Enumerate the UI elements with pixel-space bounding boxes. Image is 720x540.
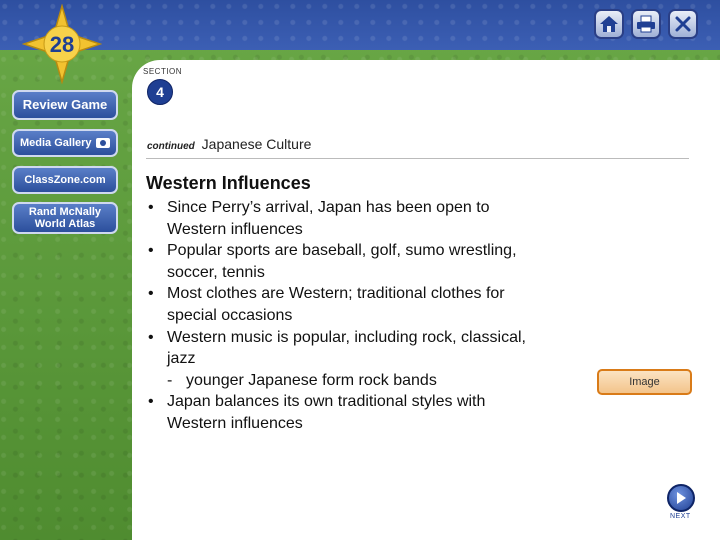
bullet-line: Western influences [167,220,303,238]
sidebar-item-label: ClassZone.com [24,174,106,186]
chapter-number: 28 [50,32,74,57]
sidebar-item-review-game[interactable]: Review Game [12,90,118,120]
bullet-line: younger Japanese form rock bands [186,371,437,389]
bullet-line: soccer, tennis [167,263,265,281]
divider [146,158,689,159]
bullet-line: jazz [167,350,196,368]
bullet-marker: • [148,199,154,216]
bullet-line: Japan balances its own traditional style… [167,393,486,411]
next-label: NEXT [670,513,691,520]
camera-icon [96,138,110,148]
bullet-line: Western influences [167,414,303,432]
section-number: 4 [147,79,173,105]
bullet-marker: - [167,371,173,389]
print-icon[interactable] [631,9,661,39]
sidebar-item-label: Media Gallery [20,137,92,149]
sidebar-item-classzone[interactable]: ClassZone.com [12,166,118,194]
chapter-star-icon: 28 [22,4,102,84]
list-item: • Popular sports are baseball, golf, sum… [146,240,586,283]
bullet-marker: • [148,242,154,260]
list-item: • Western music is popular, including ro… [146,327,586,370]
bullet-marker: • [148,328,154,346]
sidebar-item-media-gallery[interactable]: Media Gallery [12,129,118,157]
section-label: SECTION [143,67,183,76]
bullet-list: • Since Perry’s arrival, Japan has been … [146,197,586,435]
subtitle-title: Japanese Culture [201,136,312,152]
bullet-line: Since Perry’s arrival, Japan has been op… [167,199,490,216]
sidebar-item-label: Review Game [22,97,108,112]
list-item: • Japan balances its own traditional sty… [146,391,586,434]
page-title: Western Influences [146,173,311,193]
continued-label: continued [147,141,195,152]
sidebar-item-world-atlas[interactable]: Rand McNally World Atlas [12,202,118,234]
page-subtitle: continued Japanese Culture [147,136,311,152]
list-item: • Since Perry’s arrival, Japan has been … [146,197,586,240]
bullet-line: Popular sports are baseball, golf, sumo … [167,242,517,260]
play-arrow-icon [677,492,686,504]
list-item: • Most clothes are Western; traditional … [146,283,586,326]
image-button-label: Image [629,376,660,388]
home-icon[interactable] [594,9,624,39]
bullet-line: Most clothes are Western; traditional cl… [167,285,505,303]
close-icon[interactable] [668,9,698,39]
bullet-line: special occasions [167,306,293,324]
sidebar-item-label-line1: Rand McNally [28,206,102,218]
sub-list-item: - younger Japanese form rock bands [146,370,586,392]
sidebar-item-label-line2: World Atlas [34,218,96,230]
next-button[interactable] [667,484,695,512]
image-button[interactable]: Image [597,369,692,395]
bullet-marker: • [148,393,154,411]
bullet-marker: • [148,285,154,303]
bullet-line: Western music is popular, including rock… [167,328,526,346]
